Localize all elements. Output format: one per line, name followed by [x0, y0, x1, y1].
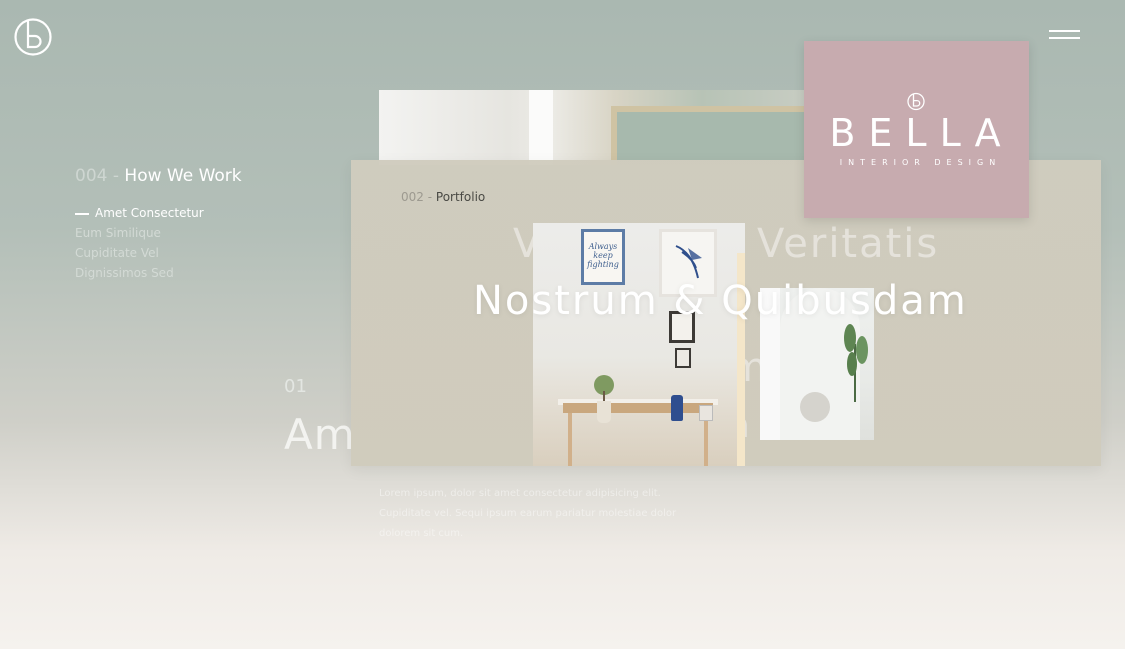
- portfolio-number: 002 -: [401, 190, 433, 204]
- section-heading: 004 - How We Work: [75, 166, 242, 186]
- blue-vase: [671, 395, 683, 421]
- plant-pot: [597, 401, 611, 423]
- ghost-word: Veritatis: [757, 221, 940, 267]
- sub-nav-item-cupiditate[interactable]: Cupiditate Vel: [75, 243, 204, 263]
- portfolio-photo-main[interactable]: Always keep fighting: [533, 223, 745, 466]
- decor-cube: [699, 405, 713, 421]
- brand-tagline: INTERIOR DESIGN: [839, 158, 1002, 167]
- frame-quote-text: Always keep fighting: [587, 242, 619, 269]
- active-dash: [75, 212, 89, 215]
- b-monogram-logo-icon[interactable]: [14, 16, 52, 56]
- section-number: 004 -: [75, 166, 119, 186]
- small-frame: [675, 348, 691, 368]
- hamburger-menu-icon[interactable]: [1049, 30, 1080, 44]
- console-table-legs: [568, 413, 708, 466]
- console-table: [563, 403, 713, 413]
- background-room-photo: [379, 90, 809, 165]
- portfolio-label: 002 - Portfolio: [401, 190, 485, 204]
- sub-nav-item-dignissimos[interactable]: Dignissimos Sed: [75, 263, 204, 283]
- sub-nav-list: Amet Consectetur Eum Similique Cupiditat…: [75, 203, 204, 283]
- sub-nav-item-eum[interactable]: Eum Similique: [75, 223, 204, 243]
- portfolio-title-label[interactable]: Portfolio: [436, 190, 485, 204]
- round-table: [800, 392, 830, 422]
- framed-print-quote: Always keep fighting: [581, 229, 625, 285]
- b-monogram-small-icon: [907, 92, 925, 111]
- section-title[interactable]: How We Work: [124, 166, 241, 186]
- sub-nav-item-amet[interactable]: Amet Consectetur: [75, 203, 204, 223]
- background-section-body: Lorem ipsum, dolor sit amet consectetur …: [379, 488, 677, 539]
- portfolio-title[interactable]: Nostrum & Quibusdam: [473, 278, 968, 324]
- brand-name: BELLA: [829, 111, 1014, 155]
- tall-plant: [844, 324, 868, 402]
- background-section-heading: Am: [284, 410, 356, 459]
- background-section-number: 01: [284, 376, 307, 397]
